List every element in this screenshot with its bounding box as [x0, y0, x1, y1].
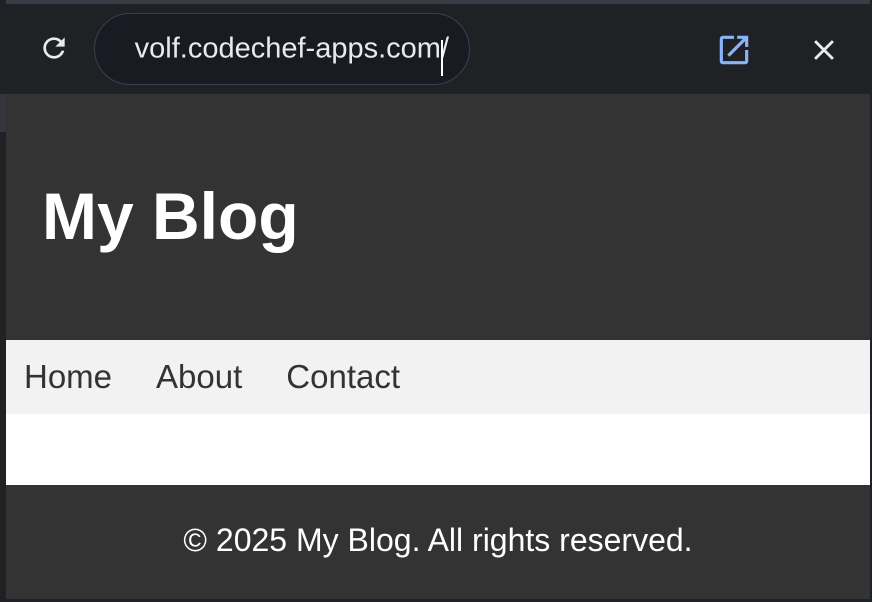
nav-link-about[interactable]: About — [156, 358, 242, 396]
open-in-new-icon — [719, 35, 749, 65]
browser-window: volf.codechef-apps.com/ My Blog Home Abo… — [0, 0, 872, 602]
url-text[interactable]: volf.codechef-apps.com/ — [135, 33, 449, 66]
text-caret — [441, 40, 443, 76]
open-in-new-window-button[interactable] — [714, 30, 754, 70]
web-page: My Blog Home About Contact © 2025 My Blo… — [6, 94, 870, 599]
site-title: My Blog — [42, 179, 299, 253]
reload-button[interactable] — [36, 30, 72, 66]
close-button[interactable] — [804, 30, 844, 70]
browser-toolbar: volf.codechef-apps.com/ — [6, 4, 870, 94]
footer-copyright: © 2025 My Blog. All rights reserved. — [183, 521, 693, 558]
site-header: My Blog — [6, 94, 870, 340]
address-bar[interactable]: volf.codechef-apps.com/ — [94, 13, 470, 85]
site-footer: © 2025 My Blog. All rights reserved. — [6, 485, 870, 599]
nav-link-home[interactable]: Home — [24, 358, 112, 396]
nav-link-contact[interactable]: Contact — [286, 358, 400, 396]
reload-icon — [43, 37, 65, 59]
site-nav: Home About Contact — [6, 340, 870, 414]
site-main-content — [6, 414, 870, 485]
close-icon — [814, 40, 834, 60]
